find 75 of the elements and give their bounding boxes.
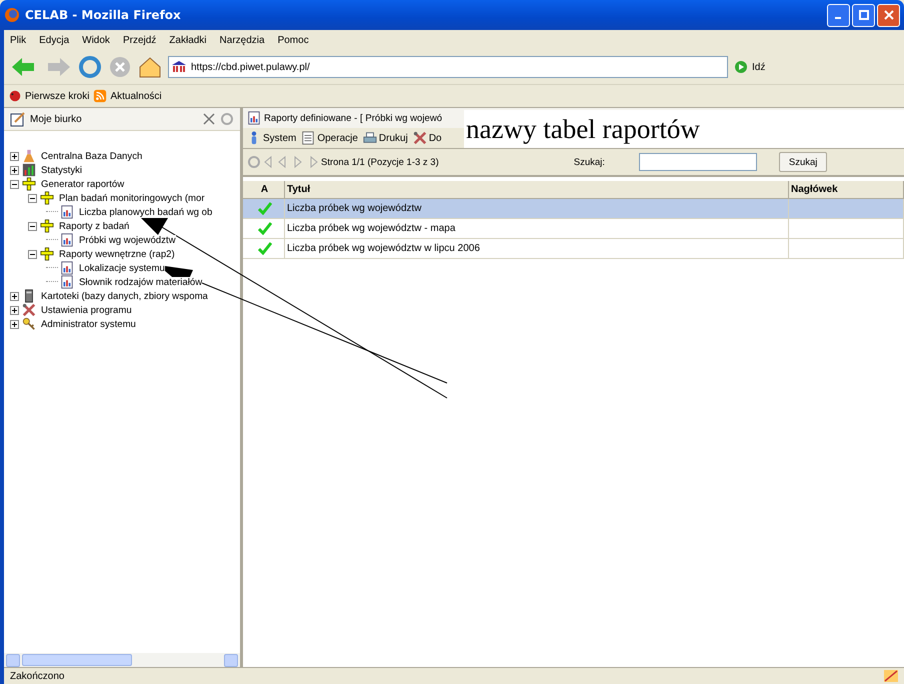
report-icon [60,275,74,289]
url-text: https://cbd.piwet.pulawy.pl/ [191,62,310,72]
tree-item[interactable]: Liczba planowych badań wg ob [79,206,212,218]
tree-item[interactable]: Statystyki [41,164,82,176]
flask-icon [22,149,36,163]
maximize-icon[interactable] [858,10,868,20]
table-row[interactable]: Liczba próbek wg województw [285,199,789,219]
toolbar-button[interactable]: Drukuj [362,131,408,145]
tree-item[interactable]: Administrator systemu [41,318,136,330]
tree-item[interactable]: Ustawienia programu [41,304,132,316]
bank-icon [172,61,186,73]
address-field[interactable]: https://cbd.piwet.pulawy.pl/ [168,56,728,78]
horizontal-scrollbar[interactable] [4,653,240,667]
tree-item[interactable]: Raporty z badań [59,220,130,232]
notepad-icon [10,111,26,127]
close-button[interactable] [877,4,900,26]
table-row[interactable]: Liczba próbek wg województw - mapa [285,219,789,239]
tree-item[interactable]: Kartoteki (bazy danych, zbiory wspoma [41,290,208,302]
ruler-icon [40,219,54,233]
menu-item[interactable]: Plik [10,34,26,46]
column-header[interactable]: Tytuł [285,181,789,199]
home-icon[interactable] [138,55,162,79]
play-icon [734,60,748,74]
column-header[interactable]: Nagłówek [789,181,904,199]
tree-item[interactable]: Centralna Baza Danych [41,150,142,162]
server-icon [22,289,36,303]
minimize-button[interactable] [827,4,850,26]
go-button[interactable]: Idź [734,60,766,74]
tree-item[interactable]: Generator raportów [41,178,124,190]
toolbar-button[interactable]: Operacje [301,131,358,145]
toolbar-button[interactable]: System [247,131,296,145]
window-title: CELAB - Mozilla Firefox [25,8,181,22]
ruler-icon [22,177,36,191]
menu-item[interactable]: Zakładki [169,34,207,46]
status-text: Zakończono [10,670,64,682]
menu-item[interactable]: Narzędzia [220,34,265,46]
close-icon[interactable] [884,10,894,20]
chart-icon [22,163,36,177]
table-row[interactable]: Liczba próbek wg województw w lipcu 2006 [285,239,789,259]
key-icon [22,317,36,331]
sidebar-title: Moje biurko [30,114,82,124]
tree-item[interactable]: Lokalizacje systemu [79,262,165,274]
tree-item[interactable]: Słownik rodzajów materiałów [79,276,202,288]
menu-item[interactable]: Edycja [39,34,70,46]
tree-item[interactable]: Raporty wewnętrzne (rap2) [59,248,175,260]
search-label: Szukaj: [574,156,605,168]
tree-item[interactable]: Próbki wg województw [79,234,176,246]
report-icon [60,205,74,219]
bird-icon [8,89,22,103]
menu-item[interactable]: Widok [82,34,110,46]
menu-item[interactable]: Pomoc [278,34,309,46]
panel-title: Raporty definiowane - [ Próbki wg wojewó [264,112,442,124]
report-icon [60,233,74,247]
annotation-text: nazwy tabel raportów [465,114,700,144]
popup-blocked-icon [884,670,898,682]
pager-info: Strona 1/1 (Pozycje 1-3 z 3) [321,156,439,168]
column-header[interactable]: A [243,181,285,199]
search-button[interactable]: Szukaj [778,152,828,172]
maximize-button[interactable] [852,4,875,26]
collapse-icon[interactable] [202,112,216,126]
list-icon [301,131,316,145]
report-icon [60,261,74,275]
tree-item[interactable]: Plan badań monitoringowych (mor [59,192,205,204]
printer-icon [362,131,377,145]
firefox-icon [4,7,20,23]
ruler-icon [40,247,54,261]
bookmark[interactable]: Pierwsze kroki [8,89,90,103]
bookmark[interactable]: Aktualności [93,89,162,103]
report-icon [247,111,261,125]
ruler-icon [40,191,54,205]
search-field[interactable] [638,153,757,171]
feed-icon [93,89,108,103]
toolbar-button[interactable]: Do [412,131,442,145]
reload-icon[interactable] [78,55,102,79]
menu-item[interactable]: Przejdź [122,34,156,46]
